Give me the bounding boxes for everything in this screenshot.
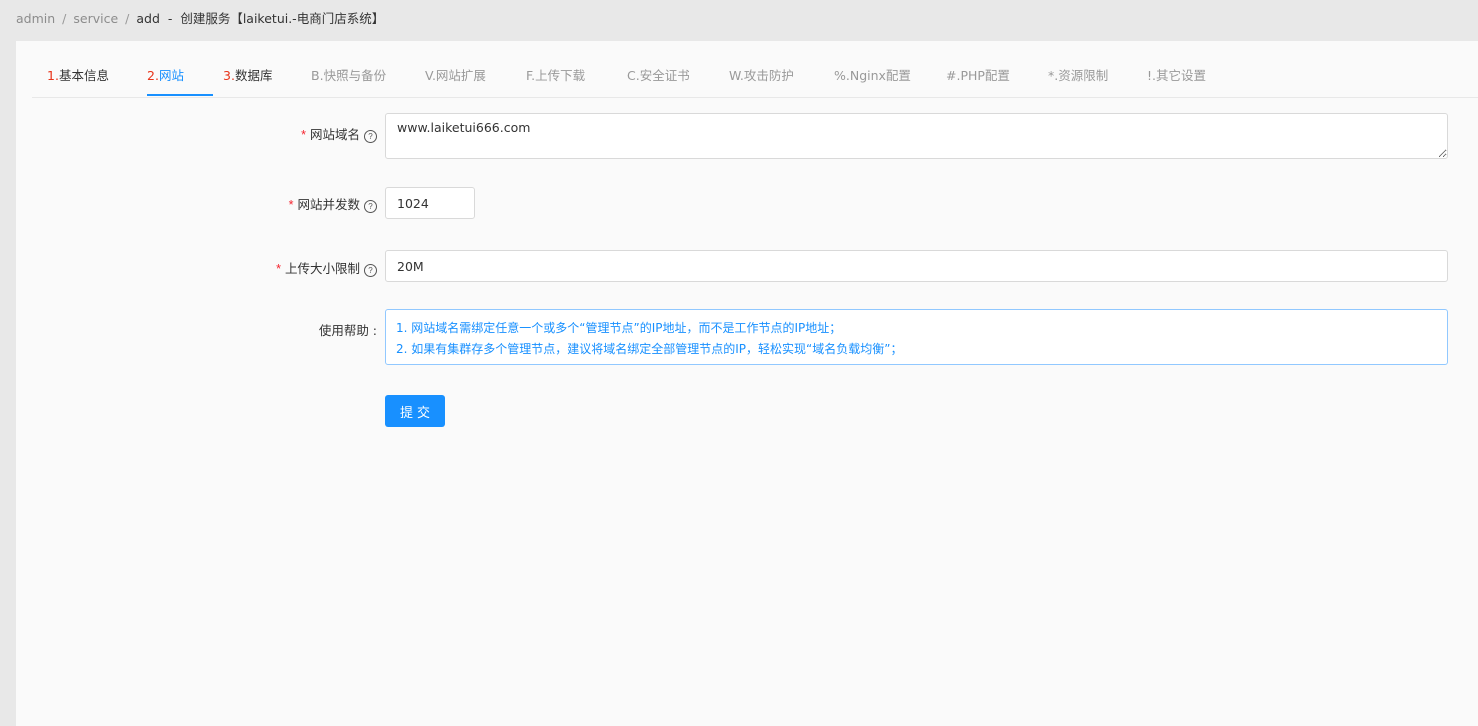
tab-ssl-certificate[interactable]: C.安全证书	[627, 56, 690, 96]
tab-number: W.	[729, 68, 744, 83]
domain-textarea[interactable]: www.laiketui666.com	[385, 113, 1448, 159]
tab-label: 网站扩展	[435, 68, 486, 83]
breadcrumb-admin[interactable]: admin	[16, 11, 55, 26]
tab-label: 安全证书	[639, 68, 690, 83]
tab-number: B.	[311, 68, 324, 83]
breadcrumb-separator: /	[125, 11, 130, 26]
breadcrumb-separator: /	[62, 11, 67, 26]
tab-label: 攻击防护	[743, 68, 794, 83]
tab-label: Nginx配置	[849, 68, 911, 83]
submit-button[interactable]: 提交	[385, 395, 445, 427]
help-alert: 1. 网站域名需绑定任意一个或多个“管理节点”的IP地址，而不是工作节点的IP地…	[385, 309, 1448, 365]
active-tab-indicator	[147, 94, 213, 96]
tab-database[interactable]: 3.数据库	[223, 56, 272, 96]
tab-number: V.	[425, 68, 436, 83]
tab-label: 快照与备份	[323, 68, 387, 83]
help-line: 2. 如果有集群存多个管理节点，建议将域名绑定全部管理节点的IP，轻松实现“域名…	[396, 342, 903, 356]
tab-php-config[interactable]: #.PHP配置	[946, 56, 1010, 96]
tab-resource-limit[interactable]: *.资源限制	[1048, 56, 1108, 96]
concurrency-label: * 网站并发数?	[289, 194, 377, 213]
tab-number: %.	[834, 68, 850, 83]
tab-label: 数据库	[234, 68, 273, 83]
concurrency-input[interactable]	[385, 187, 475, 219]
tab-label: 资源限制	[1058, 68, 1109, 83]
tab-label: PHP配置	[960, 68, 1010, 83]
tab-number: 1.	[47, 68, 59, 83]
tab-number: !.	[1147, 68, 1156, 83]
tab-basic-info[interactable]: 1.基本信息	[47, 56, 109, 96]
breadcrumb: admin / service / add - 创建服务【laiketui.-电商门店系…	[16, 0, 384, 40]
tab-number: 3.	[223, 68, 235, 83]
help-line: 1. 网站域名需绑定任意一个或多个“管理节点”的IP地址，而不是工作节点的IP地…	[396, 321, 842, 335]
tab-number: #.	[946, 68, 961, 83]
question-circle-icon[interactable]: ?	[364, 200, 377, 213]
tab-label: 网站	[158, 68, 184, 83]
tab-attack-protection[interactable]: W.攻击防护	[729, 56, 794, 96]
tab-website-extension[interactable]: V.网站扩展	[425, 56, 486, 96]
tab-nginx-config[interactable]: %.Nginx配置	[834, 56, 911, 96]
tab-snapshot-backup[interactable]: B.快照与备份	[311, 56, 386, 96]
tab-label: 其它设置	[1155, 68, 1206, 83]
breadcrumb-service[interactable]: service	[73, 11, 118, 26]
domain-label: * 网站域名?	[301, 124, 377, 143]
tab-bar: 1.基本信息 2.网站 3.数据库 B.快照与备份 V.网站扩展 F.上传下载 …	[32, 56, 1478, 98]
upload-limit-label: * 上传大小限制?	[276, 258, 377, 277]
required-mark: *	[301, 128, 306, 142]
breadcrumb-current: add - 创建服务【laiketui.-电商门店系统】	[136, 11, 385, 26]
question-circle-icon[interactable]: ?	[364, 264, 377, 277]
question-circle-icon[interactable]: ?	[364, 130, 377, 143]
tab-number: 2.	[147, 68, 159, 83]
help-label: 使用帮助 :	[318, 323, 377, 338]
tab-label: 上传下载	[535, 68, 586, 83]
required-mark: *	[288, 198, 294, 212]
tab-website[interactable]: 2.网站	[147, 56, 184, 96]
tab-label: 基本信息	[58, 68, 109, 83]
tab-upload-download[interactable]: F.上传下载	[526, 56, 585, 96]
required-mark: *	[276, 262, 281, 276]
tab-other-settings[interactable]: !.其它设置	[1147, 56, 1206, 96]
tab-number: F.	[526, 68, 536, 83]
content-card: 1.基本信息 2.网站 3.数据库 B.快照与备份 V.网站扩展 F.上传下载 …	[16, 41, 1478, 726]
tab-number: C.	[627, 68, 640, 83]
tab-number: *.	[1048, 68, 1059, 83]
upload-limit-input[interactable]	[385, 250, 1448, 282]
